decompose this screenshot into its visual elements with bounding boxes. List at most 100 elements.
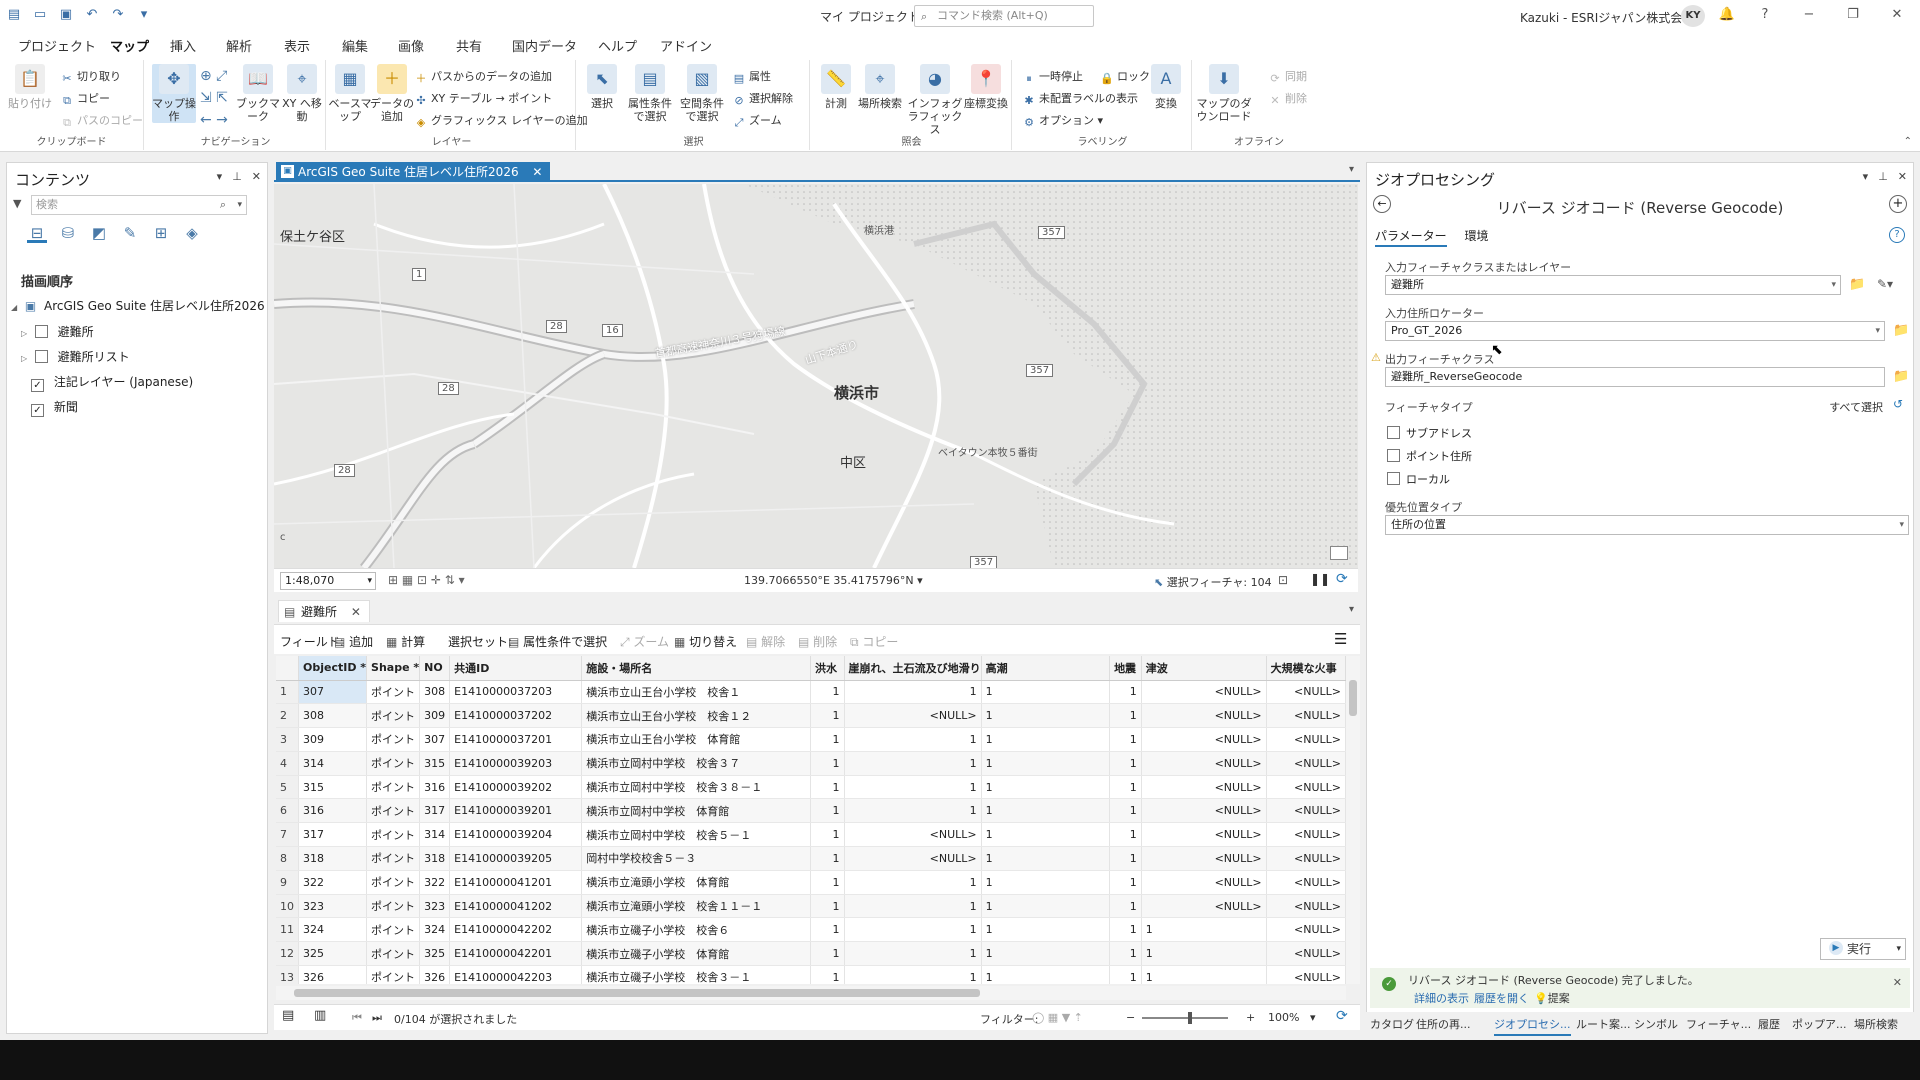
tab-geoprocessing[interactable]: ジオプロセシ... bbox=[1494, 1016, 1571, 1036]
table-cell[interactable]: 325 bbox=[298, 941, 368, 967]
coordinate-readout[interactable]: 139.7066550°E 35.4175796°N ▾ bbox=[744, 574, 923, 587]
go-to-xy-button[interactable]: ⌖ XY へ移動 bbox=[280, 64, 324, 123]
table-cell[interactable]: 1 bbox=[810, 680, 845, 705]
table-cell[interactable]: ポイント bbox=[366, 680, 421, 705]
warning-icon[interactable]: ⚠ bbox=[1371, 351, 1381, 364]
scrollbar-thumb[interactable] bbox=[294, 989, 980, 997]
table-cell[interactable]: 横浜市立岡村中学校 校舎３８－１ bbox=[581, 775, 811, 800]
zoom-to-selection-icon[interactable]: ⊡ bbox=[1278, 573, 1288, 587]
table-cell[interactable]: <NULL> bbox=[1266, 846, 1346, 871]
clear-selection-button[interactable]: ⊘ 選択解除 bbox=[732, 90, 793, 108]
table-cell[interactable]: 308 bbox=[419, 680, 451, 705]
table-cell[interactable]: 314 bbox=[298, 751, 368, 776]
tab-project[interactable]: プロジェクト bbox=[18, 36, 96, 55]
row-number-cell[interactable]: 8 bbox=[276, 846, 299, 871]
table-cell[interactable]: 326 bbox=[298, 965, 368, 984]
view-unplaced-button[interactable]: ✱ 未配置ラベルの表示 bbox=[1022, 90, 1138, 108]
redo-icon[interactable]: ↷ bbox=[110, 7, 126, 23]
pause-labeling-button[interactable]: ⏸ 一時停止 bbox=[1022, 68, 1083, 86]
table-cell[interactable]: 323 bbox=[298, 894, 368, 919]
table-cell[interactable]: 1 bbox=[1141, 941, 1267, 967]
table-cell[interactable]: 横浜市立岡村中学校 体育館 bbox=[581, 798, 811, 824]
column-header[interactable]: 施設・場所名 bbox=[581, 656, 811, 681]
scale-dropdown[interactable]: 1:48,070 ▾ bbox=[280, 572, 376, 590]
feature-type-point-address[interactable]: ポイント住所 bbox=[1387, 448, 1472, 464]
table-cell[interactable]: 1 bbox=[981, 846, 1111, 871]
table-cell[interactable]: <NULL> bbox=[844, 703, 982, 729]
column-header[interactable]: 津波 bbox=[1141, 656, 1267, 681]
tab-symbology[interactable]: シンボル bbox=[1634, 1016, 1678, 1032]
table-cell[interactable]: 324 bbox=[298, 917, 368, 943]
previous-next-extent-icon[interactable]: ← → bbox=[200, 112, 228, 128]
selected-view-icon[interactable]: ▥ bbox=[314, 1008, 326, 1023]
tab-history[interactable]: 履歴 bbox=[1758, 1016, 1780, 1032]
notification-bell-icon[interactable]: 🔔 bbox=[1718, 6, 1736, 24]
table-cell[interactable]: 1 bbox=[844, 680, 982, 705]
layer-item-newspaper[interactable]: ✓ 新聞 bbox=[31, 398, 78, 417]
table-cell[interactable]: 1 bbox=[810, 870, 845, 895]
table-cell[interactable]: E1410000039204 bbox=[449, 822, 583, 848]
column-header[interactable]: 共通ID bbox=[449, 656, 583, 681]
table-row[interactable]: 1 307 ポイント 308 E1410000037203 横浜市立山王台小学校 校舎１ 1… bbox=[276, 680, 1346, 705]
table-cell[interactable]: 1 bbox=[810, 727, 845, 752]
table-cell[interactable]: 1 bbox=[844, 965, 982, 984]
table-cell[interactable]: <NULL> bbox=[1266, 965, 1346, 984]
table-cell[interactable]: <NULL> bbox=[1266, 727, 1346, 752]
table-cell[interactable]: 横浜市立磯子小学校 校舎３－１ bbox=[581, 965, 811, 984]
table-cell[interactable]: 1 bbox=[844, 894, 982, 919]
column-header[interactable]: ObjectID * bbox=[298, 656, 368, 681]
data-source-icon[interactable]: ⛁ bbox=[58, 223, 78, 243]
switch-selection-button[interactable]: ▦ 切り替え bbox=[674, 633, 737, 650]
checkbox[interactable] bbox=[1387, 426, 1400, 439]
browse-folder-icon[interactable]: 📁 bbox=[1849, 278, 1865, 292]
open-project-icon[interactable]: ▭ bbox=[32, 7, 48, 23]
tab-view[interactable]: 表示 bbox=[284, 36, 310, 55]
command-search-input[interactable]: ⌕ コマンド検索 (Alt+Q) bbox=[914, 5, 1094, 27]
row-number-cell[interactable]: 3 bbox=[276, 727, 299, 752]
table-cell[interactable]: 横浜市立磯子小学校 体育館 bbox=[581, 941, 811, 967]
table-row[interactable]: 4 314 ポイント 315 E1410000039203 横浜市立岡村中学校 校舎３７ 1… bbox=[276, 751, 1346, 776]
pause-drawing-icon[interactable]: ❚❚ bbox=[1310, 572, 1330, 586]
table-cell[interactable]: 307 bbox=[298, 680, 368, 705]
table-cell[interactable]: 1 bbox=[810, 751, 845, 776]
table-tab[interactable]: ▤ 避難所 ✕ bbox=[278, 600, 370, 622]
table-cell[interactable]: E1410000037203 bbox=[449, 680, 583, 705]
table-cell[interactable]: ポイント bbox=[366, 751, 421, 776]
map-tree-node[interactable]: ◢ ▣ ArcGIS Geo Suite 住居レベル住所2026 bbox=[11, 297, 265, 314]
save-project-icon[interactable]: ▣ bbox=[58, 7, 74, 23]
collapse-ribbon-icon[interactable]: ⌃ bbox=[1904, 136, 1912, 147]
table-row[interactable]: 13 326 ポイント 326 E1410000042203 横浜市立磯子小学校 校舎３－… bbox=[276, 965, 1346, 984]
convert-coordinates-button[interactable]: 📍 座標変換 bbox=[964, 64, 1008, 110]
row-number-cell[interactable]: 6 bbox=[276, 798, 299, 824]
row-number-cell[interactable]: 7 bbox=[276, 822, 299, 848]
table-cell[interactable]: <NULL> bbox=[1266, 751, 1346, 776]
table-cell[interactable]: <NULL> bbox=[844, 822, 982, 848]
column-header[interactable]: 洪水 bbox=[810, 656, 845, 681]
table-row[interactable]: 12 325 ポイント 325 E1410000042201 横浜市立磯子小学校 体育館 1… bbox=[276, 941, 1346, 967]
table-cell[interactable]: 1 bbox=[1109, 822, 1142, 848]
table-cell[interactable]: ポイント bbox=[366, 965, 421, 984]
checkbox[interactable] bbox=[1387, 472, 1400, 485]
selected-features-count[interactable]: ⬉ 選択フィーチャ: 104 bbox=[1154, 574, 1272, 590]
table-cell[interactable]: 1 bbox=[1109, 775, 1142, 800]
table-cell[interactable]: 横浜市立岡村中学校 校舎５－１ bbox=[581, 822, 811, 848]
convert-labels-button[interactable]: A 変換 bbox=[1144, 64, 1188, 110]
table-cell[interactable]: <NULL> bbox=[1141, 798, 1267, 824]
table-cell[interactable]: 1 bbox=[810, 822, 845, 848]
zoom-to-selection-button[interactable]: ⤢ ズーム bbox=[732, 112, 782, 130]
table-cell[interactable]: 1 bbox=[1141, 917, 1267, 943]
column-header[interactable]: 高潮 bbox=[981, 656, 1111, 681]
layer-visibility-checkbox[interactable] bbox=[34, 350, 48, 363]
table-cell[interactable]: <NULL> bbox=[1266, 822, 1346, 848]
new-project-icon[interactable]: ▤ bbox=[6, 7, 22, 23]
browse-folder-icon[interactable]: 📁 bbox=[1893, 324, 1909, 338]
table-cell[interactable]: E1410000039201 bbox=[449, 798, 583, 824]
copy-path-button[interactable]: ⧉ パスのコピー bbox=[60, 112, 143, 130]
table-cell[interactable]: 横浜市立山王台小学校 校舎１２ bbox=[581, 703, 811, 729]
tab-share[interactable]: 共有 bbox=[456, 36, 482, 55]
tab-imagery[interactable]: 画像 bbox=[398, 36, 424, 55]
label-options-button[interactable]: ⚙ オプション ▾ bbox=[1022, 112, 1103, 130]
add-graphics-layer-button[interactable]: ◈ グラフィックス レイヤーの追加 bbox=[414, 112, 588, 130]
table-cell[interactable]: 1 bbox=[844, 941, 982, 967]
table-cell[interactable]: 318 bbox=[419, 846, 451, 871]
